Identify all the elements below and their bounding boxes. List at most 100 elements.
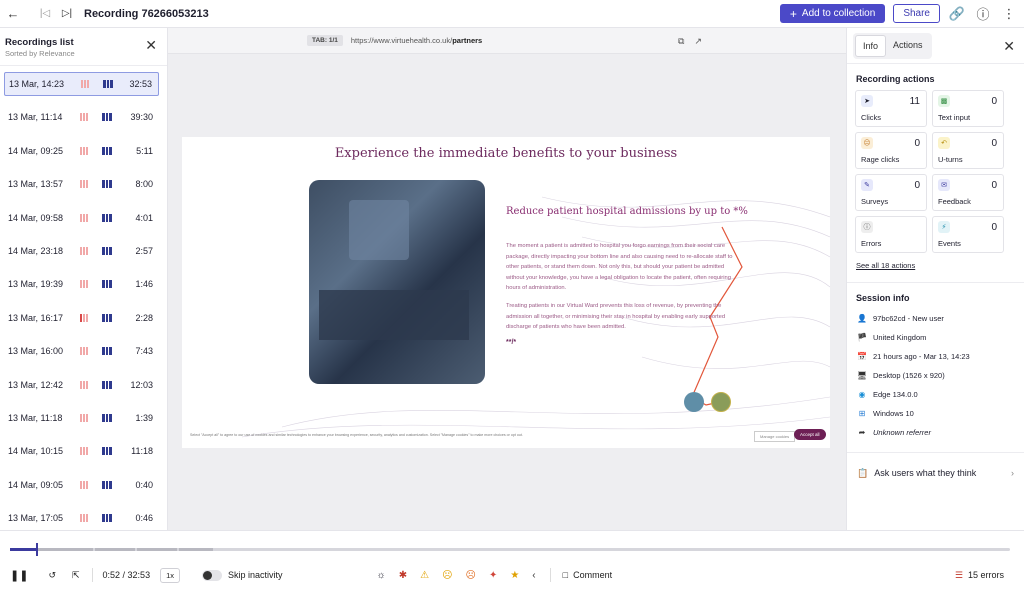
list-item[interactable]: 14 Mar, 09:58 4:01 [4,206,159,230]
list-item[interactable]: 13 Mar, 16:00 7:43 [4,339,159,363]
activity-icon [80,347,102,356]
session-player: TAB: 1/1 https://www.virtuehealth.co.uk/… [168,28,846,530]
windows-icon: ⊞ [858,409,866,418]
recordings-title: Recordings list [5,37,74,48]
more-options-icon[interactable]: ⋮ [998,3,1020,25]
event-filters: ☼ ✱ ⚠ ☹ ☹ ✦ ★ ‹ [377,570,536,581]
timeline-scrubber[interactable] [10,548,1010,551]
calendar-icon: 📅 [857,352,867,361]
rage-click-icon[interactable]: ✦ [489,570,497,581]
tab-actions[interactable]: Actions [886,35,930,57]
action-card-surveys[interactable]: ✎ 0 Surveys [855,174,927,211]
errors-button[interactable]: ☰ 15 errors [955,570,1004,581]
page-heading: Experience the immediate benefits to you… [334,146,678,161]
list-item[interactable]: 13 Mar, 11:14 39:30 [4,105,159,129]
activity-icon [102,280,124,289]
divider [91,568,93,582]
close-icon[interactable]: ✕ [1003,38,1015,55]
controls-row: ❚❚ ↺ ⇱ 0:52 / 32:53 1x Skip inactivity ☼… [0,564,1024,586]
session-user: 👤 97bc62cd - New user [857,314,944,323]
hospital-image [309,180,485,384]
share-button[interactable]: Share [893,4,940,23]
skip-inactivity-label: Skip inactivity [228,570,283,580]
add-to-collection-button[interactable]: + Add to collection [779,4,886,23]
list-item[interactable]: 13 Mar, 17:05 0:46 [4,506,159,530]
chevron-right-icon: › [1011,468,1014,478]
trophy-icon[interactable]: ★ [510,570,519,581]
list-item[interactable]: 13 Mar, 11:18 1:39 [4,406,159,430]
fullscreen-icon[interactable]: ⇱ [72,570,80,581]
speed-button[interactable]: 1x [160,567,180,583]
comment-button[interactable]: □ Comment [563,570,612,580]
help-icon[interactable]: ⓘ [972,3,994,25]
url-actions: ⧉ ↗ [678,36,702,47]
bug-icon[interactable]: ✱ [399,570,407,581]
session-info-title: Session info [856,293,910,303]
ask-users-link[interactable]: 📋 Ask users what they think › [857,463,1024,483]
action-card-text-input[interactable]: ▩ 0 Text input [932,90,1004,127]
tab-info[interactable]: Info [855,34,887,57]
list-item[interactable]: 13 Mar, 19:39 1:46 [4,272,159,296]
events-icon: ⚡ [938,221,950,233]
cursor-click-icon: ➤ [861,95,873,107]
open-external-icon[interactable]: ↗ [694,36,702,47]
back-arrow-icon[interactable]: ← [2,3,24,25]
divider [549,568,551,582]
tab-indicator[interactable]: TAB: 1/1 [307,35,343,46]
skip-inactivity-toggle[interactable] [202,569,222,581]
page-subheading: Reduce patient hospital admissions by up… [506,206,748,217]
action-card-errors[interactable]: ⓘ Errors [855,216,927,253]
warning-icon[interactable]: ⚠ [420,570,429,581]
previous-recording-icon[interactable]: |◁ [34,3,56,25]
activity-icon [102,313,124,322]
action-card-rage-clicks[interactable]: ☹ 0 Rage clicks [855,132,927,169]
user-icon: 👤 [857,314,867,323]
action-card-events[interactable]: ⚡ 0 Events [932,216,1004,253]
top-bar: ← |◁ ▷| Recording 76266053213 + Add to c… [0,0,1024,28]
actions-grid: ➤ 11 Clicks ▩ 0 Text input ☹ 0 Rage clic… [855,90,1024,253]
time-readout: 0:52 / 32:53 [102,570,151,580]
list-item[interactable]: 14 Mar, 09:25 5:11 [4,139,159,163]
confused-face-icon[interactable]: ☹ [442,570,452,581]
divider [847,452,1024,453]
lightbulb-icon[interactable]: ☼ [377,570,386,581]
activity-icon [102,347,124,356]
list-item[interactable]: 14 Mar, 09:05 0:40 [4,473,159,497]
action-card-u-turns[interactable]: ↶ 0 U-turns [932,132,1004,169]
details-panel: Info Actions ✕ Recording actions ➤ 11 Cl… [846,28,1024,530]
player-controls: ❚❚ ↺ ⇱ 0:52 / 32:53 1x Skip inactivity ☼… [0,530,1024,592]
session-referrer: ➦ Unknown referrer [858,428,931,437]
activity-icon [102,514,124,523]
chat-bubble-icon [684,392,704,412]
angry-face-icon[interactable]: ☹ [466,570,476,581]
activity-icon [102,447,124,456]
see-all-actions-link[interactable]: See all 18 actions [856,261,1024,270]
chevron-left-icon[interactable]: ‹ [532,570,535,581]
list-item[interactable]: 14 Mar, 23:18 2:57 [4,239,159,263]
pause-icon[interactable]: ❚❚ [10,569,28,582]
timeline-progress [10,548,37,551]
action-card-clicks[interactable]: ➤ 11 Clicks [855,90,927,127]
activity-icon [80,180,102,189]
next-recording-icon[interactable]: ▷| [56,3,78,25]
session-device: 🖥 Desktop (1526 x 920) [857,371,945,380]
close-icon[interactable]: ✕ [145,37,157,54]
activity-icon [80,246,102,255]
rewind-icon[interactable]: ↺ [48,570,56,581]
tab-group: Info Actions [853,32,932,59]
action-card-feedback[interactable]: ✉ 0 Feedback [932,174,1004,211]
activity-icon [80,480,102,489]
link-icon[interactable]: 🔗 [946,3,968,25]
list-item[interactable]: 13 Mar, 16:17 2:28 [4,306,159,330]
session-os: ⊞ Windows 10 [858,409,914,418]
desktop-icon: 🖥 [857,371,868,380]
copy-icon[interactable]: ⧉ [678,36,684,47]
timeline-handle[interactable] [36,543,38,556]
error-list-icon: ☰ [954,569,963,580]
list-item[interactable]: 14 Mar, 10:15 11:18 [4,439,159,463]
list-item[interactable]: 13 Mar, 12:42 12:03 [4,373,159,397]
activity-icon [80,380,102,389]
cookie-banner-text: Select "Accept all" to agree to our use … [190,433,523,437]
list-item[interactable]: 13 Mar, 14:23 32:53 [4,72,159,96]
list-item[interactable]: 13 Mar, 13:57 8:00 [4,172,159,196]
